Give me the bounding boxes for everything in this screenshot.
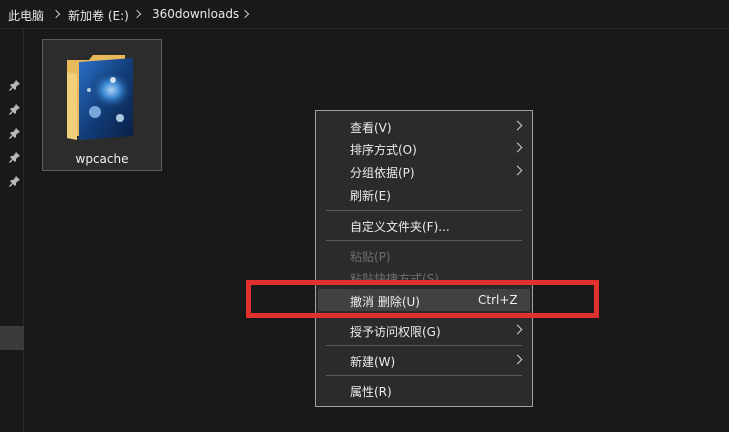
menu-item-group[interactable]: 分组依据(P) (318, 160, 530, 182)
chevron-right-icon[interactable] (52, 6, 62, 22)
pin-icon[interactable] (9, 151, 21, 163)
folder-name: wpcache (75, 152, 129, 166)
menu-item-view[interactable]: 查看(V) (318, 115, 530, 137)
folder-icon (65, 52, 141, 142)
menu-separator (326, 210, 522, 211)
menu-item-label: 刷新(E) (350, 189, 391, 203)
chevron-right-icon (512, 120, 523, 131)
menu-item-sort[interactable]: 排序方式(O) (318, 137, 530, 159)
menu-item-customize-folder[interactable]: 自定义文件夹(F)... (318, 214, 530, 236)
folder-item[interactable]: wpcache (42, 39, 162, 171)
menu-item-label: 属性(R) (350, 385, 392, 399)
menu-item-properties[interactable]: 属性(R) (318, 379, 530, 401)
menu-item-label: 授予访问权限(G) (350, 325, 441, 339)
menu-item-grant-access[interactable]: 授予访问权限(G) (318, 319, 530, 341)
menu-item-paste: 粘贴(P) (318, 244, 530, 266)
address-bar[interactable]: 此电脑 新加卷 (E:) 360downloads (0, 0, 729, 29)
chevron-right-icon (512, 165, 523, 176)
menu-item-refresh[interactable]: 刷新(E) (318, 183, 530, 205)
menu-item-paste-shortcut: 粘贴快捷方式(S) (318, 266, 530, 280)
menu-item-new[interactable]: 新建(W) (318, 349, 530, 371)
menu-item-label: 新建(W) (350, 355, 396, 369)
highlight-annotation (246, 280, 599, 318)
menu-item-label: 分组依据(P) (350, 166, 415, 180)
nav-selected-item[interactable] (0, 326, 24, 350)
pin-icon[interactable] (9, 175, 21, 187)
menu-separator (326, 345, 522, 346)
menu-item-label: 查看(V) (350, 121, 392, 135)
breadcrumb-360downloads[interactable]: 360downloads (152, 7, 239, 21)
chevron-right-icon (512, 142, 523, 153)
chevron-right-icon (512, 324, 523, 335)
chevron-right-icon[interactable] (241, 6, 251, 22)
menu-separator (326, 375, 522, 376)
menu-separator (326, 240, 522, 241)
menu-item-label: 粘贴快捷方式(S) (350, 272, 439, 280)
pin-icon[interactable] (9, 103, 21, 115)
breadcrumb-drive-e[interactable]: 新加卷 (E:) (68, 7, 129, 24)
navigation-pane (0, 29, 24, 432)
chevron-right-icon[interactable] (133, 6, 143, 22)
context-menu: 查看(V) 排序方式(O) 分组依据(P) 刷新(E) 自定义文件夹(F)...… (315, 110, 533, 407)
pin-icon[interactable] (9, 127, 21, 139)
menu-item-label: 排序方式(O) (350, 143, 417, 157)
menu-item-label: 自定义文件夹(F)... (350, 220, 450, 234)
breadcrumb-this-pc[interactable]: 此电脑 (8, 7, 44, 24)
chevron-right-icon (512, 354, 523, 365)
pin-icon[interactable] (9, 79, 21, 91)
menu-item-label: 粘贴(P) (350, 250, 391, 264)
